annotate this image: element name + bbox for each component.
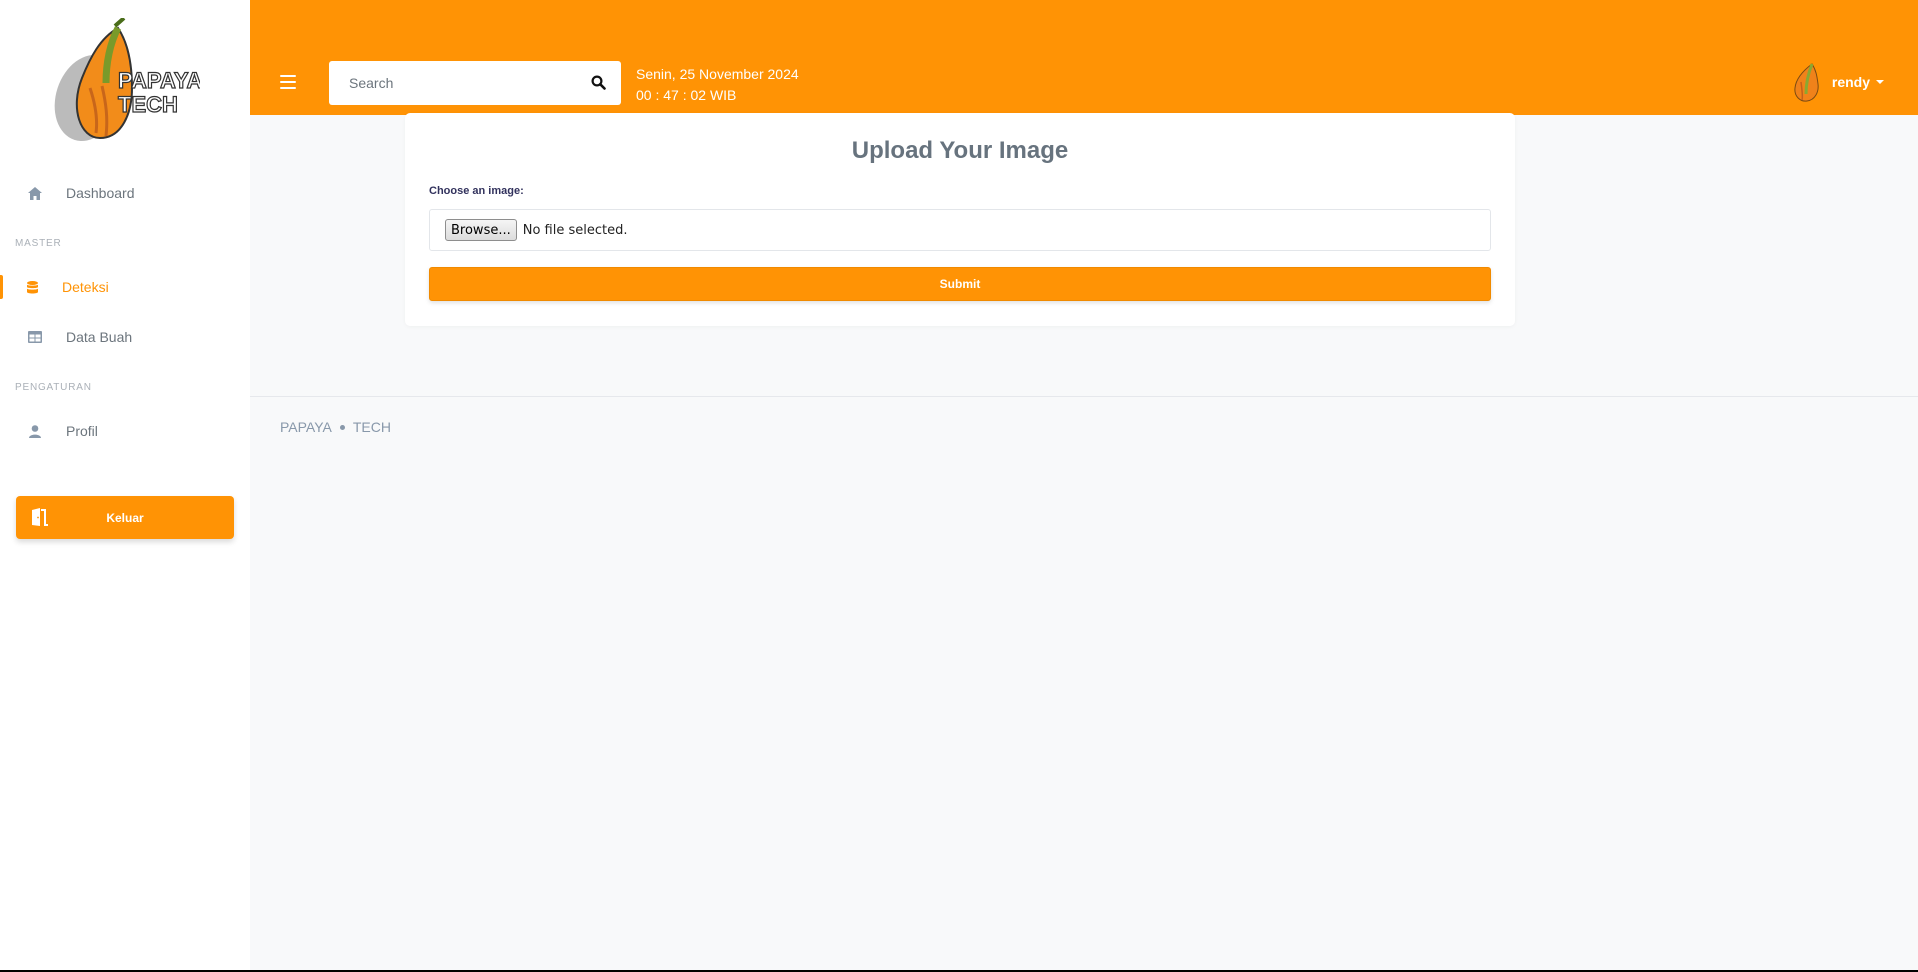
top-navbar: Senin, 25 November 2024 00 : 47 : 02 WIB… bbox=[250, 0, 1918, 115]
papaya-logo-icon: PAPAYA TECH bbox=[54, 16, 203, 141]
footer: PAPAYA TECH bbox=[280, 419, 391, 435]
sidebar-item-label: Dashboard bbox=[66, 185, 135, 201]
sidebar-item-profil[interactable]: Profil bbox=[0, 411, 250, 451]
brand-logo[interactable]: PAPAYA TECH bbox=[40, 16, 203, 146]
door-exit-icon bbox=[30, 508, 50, 526]
avatar bbox=[1790, 62, 1824, 102]
sidebar-item-label: Profil bbox=[66, 423, 98, 439]
chevron-down-icon bbox=[1876, 80, 1884, 84]
current-date: Senin, 25 November 2024 bbox=[636, 66, 799, 82]
section-heading-pengaturan: PENGATURAN bbox=[15, 382, 92, 393]
sidebar-item-data-buah[interactable]: Data Buah bbox=[0, 317, 250, 357]
table-icon bbox=[27, 329, 43, 345]
card-title: Upload Your Image bbox=[851, 137, 1069, 164]
sidebar-item-label: Data Buah bbox=[66, 329, 133, 345]
search-input[interactable] bbox=[329, 61, 579, 105]
logout-button[interactable]: Keluar bbox=[16, 496, 234, 539]
database-icon bbox=[24, 279, 40, 295]
sidebar-item-dashboard[interactable]: Dashboard bbox=[0, 173, 250, 213]
browse-button[interactable]: Browse... bbox=[445, 219, 517, 241]
footer-brand-left: PAPAYA bbox=[280, 419, 332, 435]
logo-text-line2: TECH bbox=[118, 92, 178, 117]
search-icon[interactable] bbox=[591, 75, 606, 90]
user-icon bbox=[27, 423, 43, 439]
image-field-label: Choose an image: bbox=[429, 185, 524, 197]
footer-divider bbox=[250, 396, 1918, 397]
section-heading-master: MASTER bbox=[15, 238, 62, 249]
file-status-text: No file selected. bbox=[522, 222, 628, 238]
hamburger-menu-icon[interactable] bbox=[280, 75, 296, 90]
current-time: 00 : 47 : 02 WIB bbox=[636, 87, 737, 103]
sidebar-item-deteksi[interactable]: Deteksi bbox=[0, 267, 250, 307]
logo-text-line1: PAPAYA bbox=[118, 68, 200, 93]
sidebar-item-label: Deteksi bbox=[62, 279, 109, 295]
sidebar: PAPAYA TECH Dashboard MASTER Deteksi Dat… bbox=[0, 0, 250, 972]
datetime-display: Senin, 25 November 2024 00 : 47 : 02 WIB bbox=[636, 64, 799, 106]
upload-card: Upload Your Image Choose an image: Brows… bbox=[405, 113, 1515, 326]
footer-dot-separator bbox=[339, 424, 345, 430]
submit-button[interactable]: Submit bbox=[429, 267, 1491, 301]
search-box bbox=[329, 61, 621, 105]
logout-label: Keluar bbox=[106, 510, 144, 525]
user-menu[interactable]: rendy bbox=[1790, 62, 1884, 102]
home-icon bbox=[27, 185, 43, 201]
footer-brand-right: TECH bbox=[352, 419, 391, 435]
username: rendy bbox=[1831, 74, 1870, 90]
file-input[interactable]: Browse... No file selected. bbox=[429, 209, 1491, 251]
app-root: PAPAYA TECH Dashboard MASTER Deteksi Dat… bbox=[0, 0, 1918, 972]
